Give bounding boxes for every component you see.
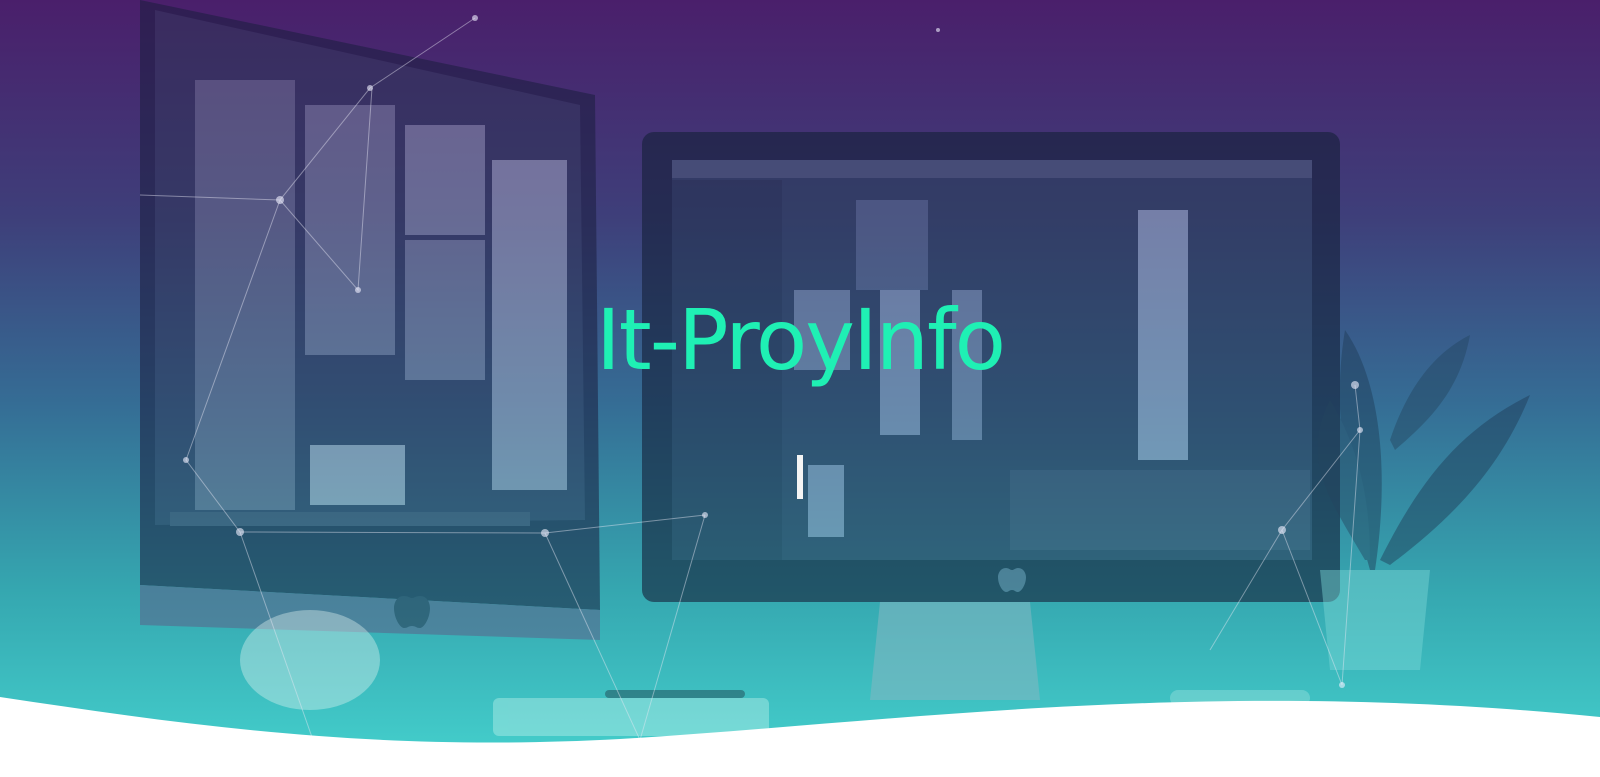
apple-logo-icon xyxy=(998,568,1026,592)
typing-cursor xyxy=(797,455,803,499)
hero-banner: It-ProyInfo xyxy=(0,0,1600,777)
site-title: It-ProyInfo xyxy=(596,291,1006,389)
bottom-wave xyxy=(0,697,1600,777)
apple-logo-icon xyxy=(394,596,430,628)
right-monitor xyxy=(642,132,1340,700)
